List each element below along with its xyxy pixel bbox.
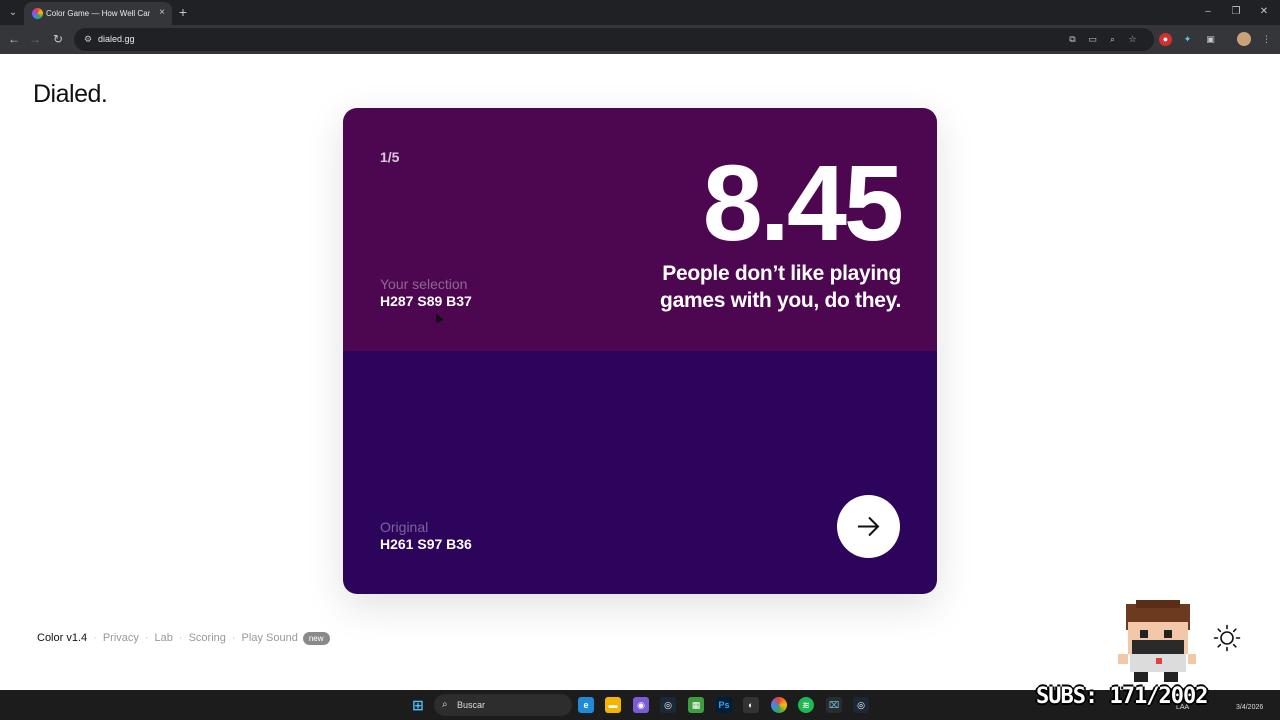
footer-link-play-sound[interactable]: Play Sound	[242, 632, 298, 644]
streamer-pixel-avatar	[1118, 600, 1196, 682]
footer-link-privacy[interactable]: Privacy	[103, 632, 139, 644]
extension-record-icon[interactable]: ●	[1159, 33, 1172, 46]
browser-toolbar: ← → ↻ ⚙ dialed.gg ⧉ ▭ ⌕ ☆ ● ✦ ▣ ⋮	[0, 25, 1280, 54]
selection-hsb-value: H287 S89 B37	[380, 293, 472, 309]
round-counter: 1/5	[380, 149, 400, 165]
browser-tab-bar: ⌄ Color Game — How Well Can Y × + – ❐ ✕	[0, 0, 1280, 25]
footer-link-lab[interactable]: Lab	[155, 632, 173, 644]
selection-label: Your selection	[380, 276, 468, 292]
menu-kebab-icon[interactable]: ⋮	[1260, 33, 1273, 46]
version-label: Color v1.4	[37, 632, 88, 644]
mouse-cursor-icon	[432, 311, 444, 324]
site-info-icon[interactable]: ⚙	[82, 33, 94, 45]
footer-link-scoring[interactable]: Scoring	[189, 632, 226, 644]
tab-search-chevron-icon[interactable]: ⌄	[4, 4, 22, 22]
forward-arrow-icon[interactable]: →	[27, 31, 43, 47]
site-favicon-icon	[32, 8, 43, 19]
next-round-button[interactable]	[837, 495, 900, 558]
tab-close-icon[interactable]: ×	[155, 6, 169, 20]
chat-app-icon[interactable]: ◉	[633, 697, 649, 713]
steam-icon[interactable]: ◎	[660, 697, 676, 713]
windows-start-icon[interactable]: ⊞	[410, 697, 426, 713]
extensions-icon[interactable]: ▣	[1204, 33, 1217, 46]
search-icon: ⌕	[442, 699, 448, 710]
result-card: 1/5 8.45 People don’t like playing games…	[343, 108, 937, 594]
zoom-icon[interactable]: ⌕	[1106, 33, 1119, 46]
original-label: Original	[380, 519, 429, 535]
arrow-right-icon	[858, 516, 880, 537]
minimize-button[interactable]: –	[1199, 4, 1217, 20]
subs-counter-overlay: SUBS: 171/2002	[1036, 684, 1208, 709]
new-tab-button[interactable]: +	[176, 4, 190, 20]
minecraft-icon[interactable]: ▦	[688, 697, 704, 713]
original-swatch: Original H261 S97 B36	[343, 351, 937, 594]
url-text[interactable]: dialed.gg	[98, 33, 135, 46]
photoshop-icon[interactable]: Ps	[716, 697, 732, 713]
footer-separator: ·	[93, 632, 97, 644]
original-hsb-value: H261 S97 B36	[380, 536, 472, 552]
extension-puzzle-blue-icon[interactable]: ✦	[1181, 33, 1194, 46]
obs-icon[interactable]: ◐	[743, 697, 759, 713]
file-explorer-icon[interactable]: ▬	[605, 697, 621, 713]
footer-separator: ·	[144, 632, 149, 644]
chrome-icon[interactable]	[771, 697, 787, 713]
selection-swatch: 1/5 8.45 People don’t like playing games…	[343, 108, 937, 351]
bookmark-star-icon[interactable]: ☆	[1126, 33, 1139, 46]
score-value: 8.45	[702, 142, 904, 263]
address-bar[interactable]: ⚙ dialed.gg ⧉ ▭ ⌕ ☆	[74, 28, 1154, 51]
site-logo[interactable]: Dialed.	[33, 80, 108, 109]
terminal-icon[interactable]: ⌧	[826, 697, 842, 713]
taskbar-search-placeholder: Buscar	[457, 700, 486, 710]
translate-icon[interactable]: ⧉	[1066, 33, 1079, 46]
taskbar-search[interactable]: ⌕ Buscar	[434, 694, 572, 716]
steam-app-icon[interactable]: ◎	[853, 697, 869, 713]
edge-browser-icon[interactable]: e	[578, 697, 594, 713]
back-arrow-icon[interactable]: ←	[6, 31, 22, 47]
score-verdict: People don’t like playing games with you…	[660, 262, 901, 312]
install-app-icon[interactable]: ▭	[1086, 33, 1099, 46]
footer-separator: ·	[231, 632, 236, 644]
spotify-icon[interactable]: ≋	[798, 697, 814, 713]
new-badge: new	[302, 631, 330, 645]
footer-separator: ·	[178, 632, 183, 644]
close-window-button[interactable]: ✕	[1255, 4, 1273, 20]
theme-toggle-button[interactable]	[1213, 624, 1241, 652]
reload-icon[interactable]: ↻	[50, 31, 66, 47]
profile-avatar[interactable]	[1237, 32, 1251, 46]
sun-icon	[1213, 624, 1241, 652]
system-date[interactable]: 3/4/2026	[1236, 704, 1263, 711]
restore-button[interactable]: ❐	[1227, 4, 1245, 20]
browser-tab-active[interactable]: Color Game — How Well Can Y ×	[24, 2, 172, 25]
page-footer: Color v1.4 · Privacy · Lab · Scoring · P…	[37, 630, 330, 646]
tab-title: Color Game — How Well Can Y	[46, 9, 150, 18]
